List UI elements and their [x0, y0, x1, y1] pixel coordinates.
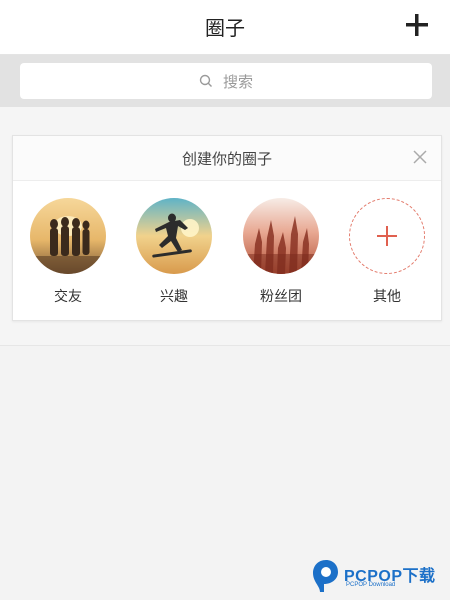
category-interests[interactable]: 兴趣: [134, 198, 214, 306]
search-input[interactable]: 搜索: [20, 63, 432, 99]
create-circle-card: 创建你的圈子 交友 兴趣 粉丝团 其他: [12, 135, 442, 321]
card-header: 创建你的圈子: [13, 136, 441, 181]
category-fan-club[interactable]: 粉丝团: [241, 198, 321, 306]
category-friends[interactable]: 交友: [28, 198, 108, 306]
category-label: 交友: [54, 289, 82, 305]
card-title: 创建你的圈子: [181, 150, 272, 168]
search-placeholder: 搜索: [222, 72, 253, 91]
category-label: 兴趣: [160, 289, 188, 305]
close-button[interactable]: [411, 148, 429, 166]
category-label: 其他: [373, 289, 401, 305]
other-add-circle: [349, 198, 425, 274]
watermark-sub: PCPOP Download: [346, 582, 396, 588]
fan-club-image: [243, 198, 319, 274]
close-icon: [413, 150, 427, 164]
friends-image: [30, 198, 106, 274]
site-watermark: PCPOP下载 PCPOP Download: [310, 556, 450, 596]
plus-icon: [406, 14, 428, 36]
pcpop-logo-icon: [313, 560, 338, 592]
top-bar: 圈子: [0, 0, 450, 55]
plus-icon: [377, 226, 397, 246]
search-icon: [199, 74, 212, 87]
category-other[interactable]: 其他: [347, 198, 427, 306]
category-label: 粉丝团: [260, 289, 302, 305]
search-bar: 搜索: [0, 55, 450, 107]
interests-image: [136, 198, 212, 274]
page-title: 圈子: [205, 16, 245, 40]
add-circle-button[interactable]: [404, 12, 430, 38]
